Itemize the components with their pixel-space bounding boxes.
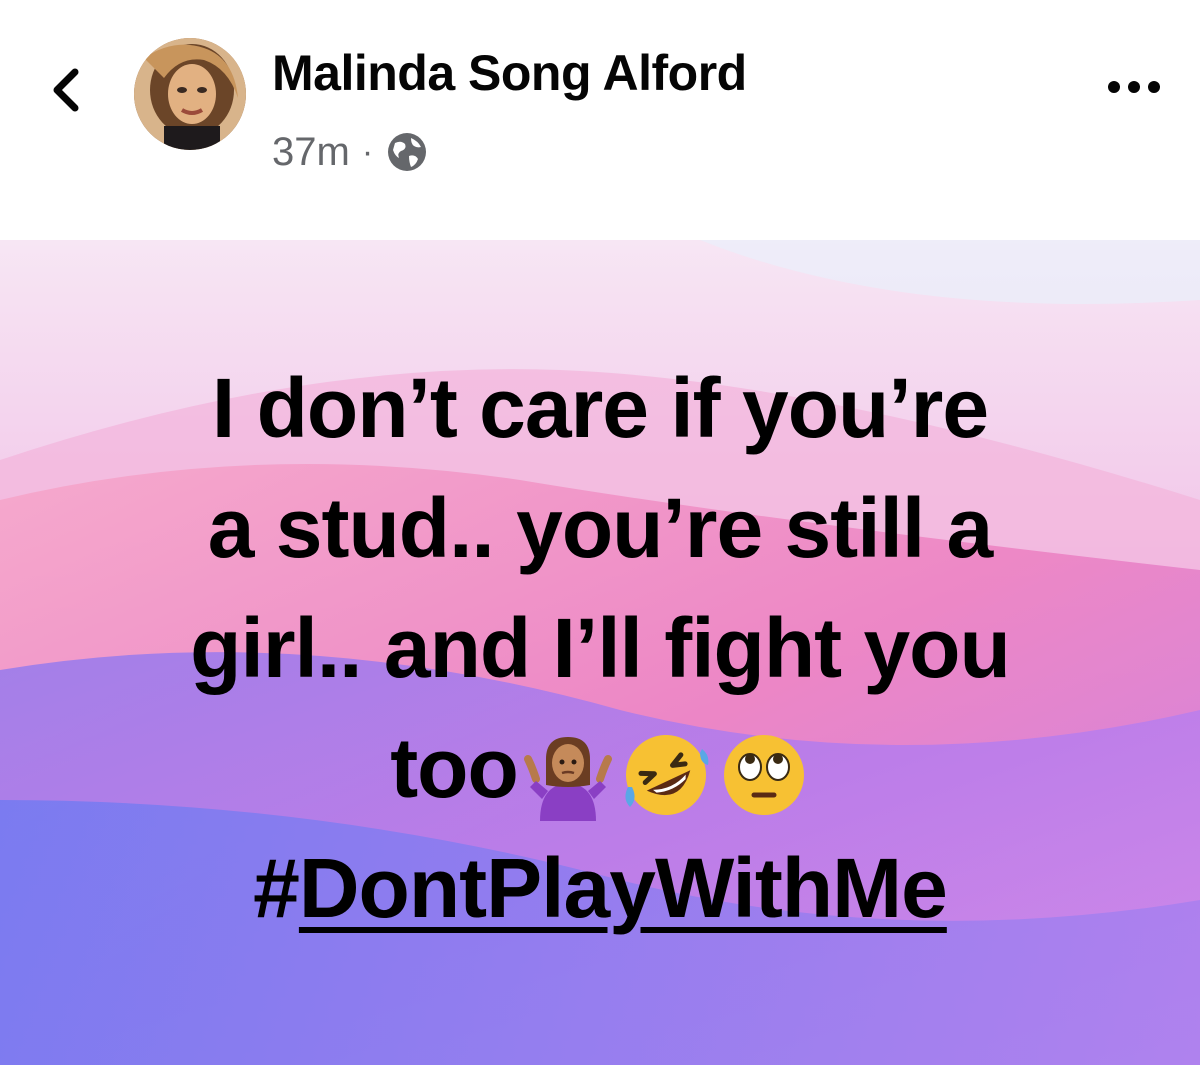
author-name[interactable]: Malinda Song Alford xyxy=(272,44,747,102)
back-button[interactable] xyxy=(38,62,94,118)
post-text-word: too xyxy=(390,721,519,815)
avatar-image xyxy=(134,38,246,150)
post-text-line: I don’t care if you’re xyxy=(211,361,989,455)
hashtag-line: #DontPlayWithMe xyxy=(40,828,1160,948)
timestamp[interactable]: 37m xyxy=(272,130,350,175)
post-meta: 37m · xyxy=(272,126,429,178)
face-with-rolling-eyes-emoji xyxy=(723,734,804,815)
chevron-left-icon xyxy=(53,68,79,112)
hashtag-symbol: # xyxy=(253,841,300,935)
person-shrugging-emoji xyxy=(523,736,612,821)
post-text-line: girl.. and I’ll fight you xyxy=(190,601,1011,695)
post-text-line-with-emojis: too xyxy=(40,708,1160,828)
meta-separator: · xyxy=(361,132,374,171)
more-horizontal-icon xyxy=(1108,81,1160,93)
post-background-card[interactable]: I don’t care if you’re a stud.. you’re s… xyxy=(0,240,1200,1065)
post-view: Malinda Song Alford 37m · I don’t care i… xyxy=(0,0,1200,1065)
post-text-line: a stud.. you’re still a xyxy=(207,481,994,575)
avatar[interactable] xyxy=(134,38,246,150)
more-options-button[interactable] xyxy=(1098,62,1170,112)
emoji-group xyxy=(522,729,810,821)
rolling-on-floor-laughing-emoji xyxy=(625,734,709,815)
post-header: Malinda Song Alford 37m · xyxy=(0,0,1200,240)
post-text: I don’t care if you’re a stud.. you’re s… xyxy=(40,348,1160,948)
hashtag-link[interactable]: DontPlayWithMe xyxy=(299,841,948,935)
globe-icon[interactable] xyxy=(385,130,429,174)
